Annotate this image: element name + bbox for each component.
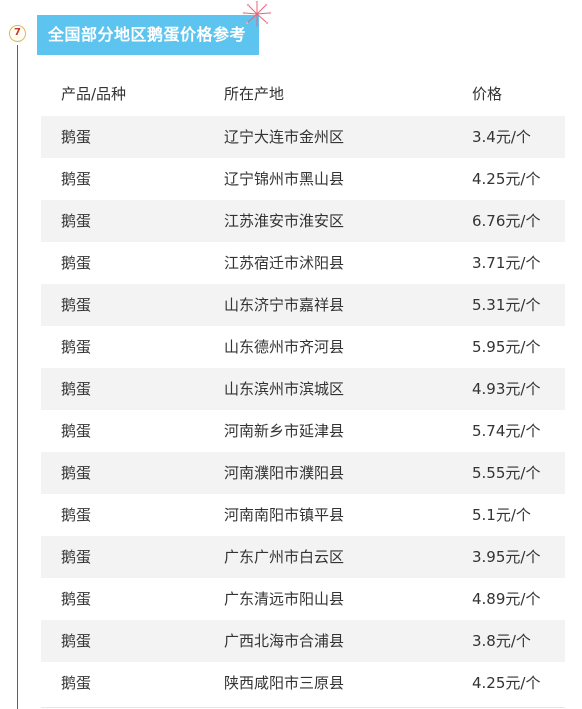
- table-row: 鹅蛋 陕西咸阳市三原县 4.25元/个: [41, 662, 565, 704]
- table-row: 鹅蛋 河南濮阳市濮阳县 5.55元/个: [41, 452, 565, 494]
- cell-product: 鹅蛋: [61, 548, 92, 566]
- cell-product: 鹅蛋: [61, 590, 92, 608]
- cell-product: 鹅蛋: [61, 422, 92, 440]
- cell-price: 6.76元/个: [472, 212, 541, 230]
- table-row: 鹅蛋 河南新乡市延津县 5.74元/个: [41, 410, 565, 452]
- cell-origin: 广东清远市阳山县: [224, 590, 345, 608]
- cell-origin: 山东滨州市滨城区: [224, 380, 345, 398]
- cell-product: 鹅蛋: [61, 296, 92, 314]
- cell-origin: 广东广州市白云区: [224, 548, 345, 566]
- cell-product: 鹅蛋: [61, 380, 92, 398]
- header-price: 价格: [472, 85, 503, 103]
- table-row: 鹅蛋 广西北海市合浦县 3.8元/个: [41, 620, 565, 662]
- cell-origin: 河南南阳市镇平县: [224, 506, 345, 524]
- cell-price: 5.31元/个: [472, 296, 541, 314]
- cell-origin: 山东德州市齐河县: [224, 338, 345, 356]
- cell-origin: 辽宁锦州市黑山县: [224, 170, 345, 188]
- price-table: 产品/品种 所在产地 价格 鹅蛋 辽宁大连市金州区 3.4元/个 鹅蛋 辽宁锦州市黑山县…: [41, 72, 565, 704]
- cell-product: 鹅蛋: [61, 170, 92, 188]
- table-row: 鹅蛋 辽宁锦州市黑山县 4.25元/个: [41, 158, 565, 200]
- cell-product: 鹅蛋: [61, 506, 92, 524]
- cell-origin: 江苏宿迁市沭阳县: [224, 254, 345, 272]
- cell-origin: 山东济宁市嘉祥县: [224, 296, 345, 314]
- cell-price: 3.71元/个: [472, 254, 541, 272]
- cell-product: 鹅蛋: [61, 254, 92, 272]
- header-origin: 所在产地: [224, 85, 285, 103]
- cell-origin: 江苏淮安市淮安区: [224, 212, 345, 230]
- section-number-badge: 7: [9, 25, 26, 42]
- cell-price: 4.93元/个: [472, 380, 541, 398]
- table-row: 鹅蛋 山东德州市齐河县 5.95元/个: [41, 326, 565, 368]
- cell-product: 鹅蛋: [61, 338, 92, 356]
- header-product: 产品/品种: [61, 85, 127, 103]
- table-row: 鹅蛋 江苏淮安市淮安区 6.76元/个: [41, 200, 565, 242]
- cell-price: 4.89元/个: [472, 590, 541, 608]
- table-row: 鹅蛋 山东滨州市滨城区 4.93元/个: [41, 368, 565, 410]
- table-row: 鹅蛋 江苏宿迁市沭阳县 3.71元/个: [41, 242, 565, 284]
- cell-price: 3.8元/个: [472, 632, 531, 650]
- section-title: 全国部分地区鹅蛋价格参考: [37, 15, 260, 55]
- cell-product: 鹅蛋: [61, 212, 92, 230]
- cell-price: 5.1元/个: [472, 506, 531, 524]
- cell-price: 3.4元/个: [472, 128, 531, 146]
- table-header-row: 产品/品种 所在产地 价格: [41, 72, 565, 116]
- cell-product: 鹅蛋: [61, 128, 92, 146]
- cell-price: 4.25元/个: [472, 170, 541, 188]
- cell-origin: 河南新乡市延津县: [224, 422, 345, 440]
- cell-price: 3.95元/个: [472, 548, 541, 566]
- firework-decoration-icon: [242, 0, 272, 27]
- section-accent-line: [17, 45, 18, 709]
- table-row: 鹅蛋 广东广州市白云区 3.95元/个: [41, 536, 565, 578]
- cell-price: 5.74元/个: [472, 422, 541, 440]
- cell-origin: 陕西咸阳市三原县: [224, 674, 345, 692]
- cell-product: 鹅蛋: [61, 674, 92, 692]
- cell-product: 鹅蛋: [61, 632, 92, 650]
- table-row: 鹅蛋 广东清远市阳山县 4.89元/个: [41, 578, 565, 620]
- cell-origin: 辽宁大连市金州区: [224, 128, 345, 146]
- cell-product: 鹅蛋: [61, 464, 92, 482]
- cell-origin: 河南濮阳市濮阳县: [224, 464, 345, 482]
- cell-origin: 广西北海市合浦县: [224, 632, 345, 650]
- cell-price: 5.95元/个: [472, 338, 541, 356]
- table-row: 鹅蛋 辽宁大连市金州区 3.4元/个: [41, 116, 565, 158]
- cell-price: 4.25元/个: [472, 674, 541, 692]
- table-row: 鹅蛋 山东济宁市嘉祥县 5.31元/个: [41, 284, 565, 326]
- table-bottom-border: [41, 707, 565, 708]
- table-row: 鹅蛋 河南南阳市镇平县 5.1元/个: [41, 494, 565, 536]
- cell-price: 5.55元/个: [472, 464, 541, 482]
